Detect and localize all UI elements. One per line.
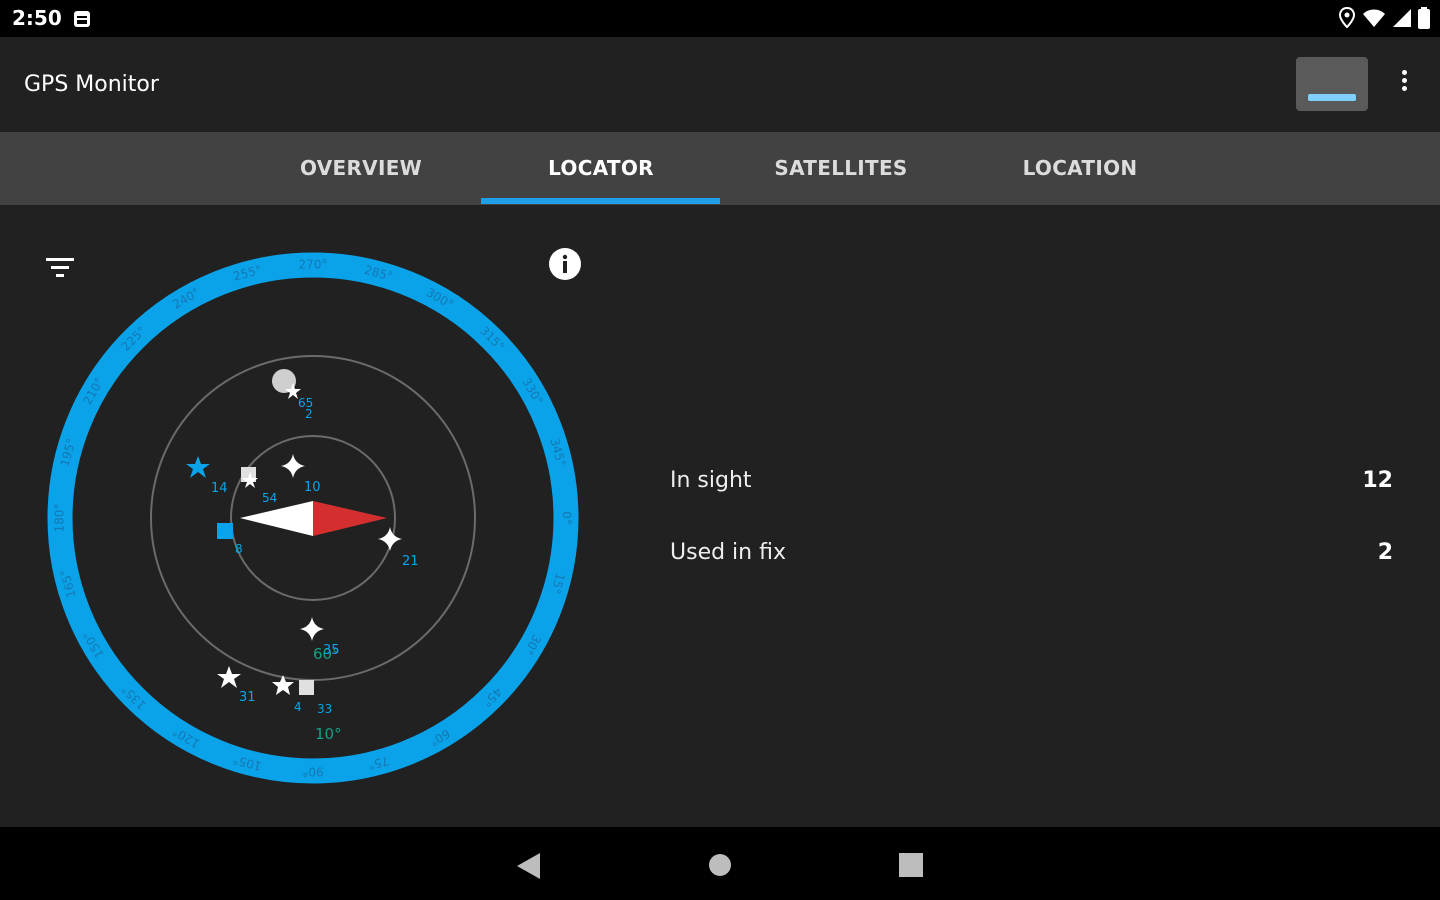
svg-text:4: 4 (294, 700, 302, 714)
tab-location[interactable]: LOCATION (960, 132, 1200, 205)
degree-label: 0° (560, 511, 574, 525)
in-sight-label: In sight (670, 468, 752, 493)
svg-text:21: 21 (402, 554, 419, 569)
satellite-21[interactable]: 21 (378, 527, 419, 569)
satellite-54[interactable]: 54 (241, 467, 277, 505)
svg-text:54: 54 (262, 491, 277, 505)
satellite-8[interactable]: 8 (217, 523, 243, 556)
elevation-label-10: 10° (315, 725, 342, 743)
wifi-icon (1363, 9, 1385, 27)
status-icons (1338, 7, 1430, 29)
tab-indicator (481, 198, 720, 204)
in-sight-value: 12 (1362, 468, 1393, 493)
svg-text:14: 14 (211, 481, 228, 496)
used-in-fix-value: 2 (1377, 540, 1393, 565)
battery-icon (1418, 7, 1430, 29)
ad-thumbnail-bar (1308, 94, 1356, 101)
degree-label: 90° (302, 765, 323, 779)
compass-needle-white (240, 501, 313, 536)
location-icon (1338, 7, 1356, 29)
tab-overview[interactable]: OVERVIEW (241, 132, 481, 205)
tab-locator[interactable]: LOCATOR (481, 132, 721, 205)
tab-satellites[interactable]: SATELLITES (721, 132, 961, 205)
satellite-65[interactable]: 65 2 (272, 369, 313, 421)
overflow-menu-icon[interactable] (1392, 67, 1416, 101)
sky-radar: 270° 285° 300° 315° 330° 345° 0° 15° 30° 45° 60° 75… (45, 250, 581, 786)
degree-label: 180° (53, 504, 67, 533)
home-icon[interactable] (707, 852, 733, 878)
satellite-4[interactable]: 4 (272, 675, 302, 714)
svg-text:33: 33 (317, 702, 332, 716)
compass-needle-red (313, 501, 387, 536)
svg-text:8: 8 (235, 542, 243, 556)
used-in-fix-label: Used in fix (670, 540, 786, 565)
signal-icon (1393, 9, 1411, 27)
locator-content: 270° 285° 300° 315° 330° 345° 0° 15° 30° 45° 60° 75… (0, 205, 1440, 827)
navigation-bar (0, 827, 1440, 900)
satellite-10[interactable]: 10 (281, 454, 321, 495)
satellite-33[interactable]: 33 (299, 680, 332, 716)
satellite-31[interactable]: 31 (217, 666, 256, 705)
tab-bar: OVERVIEW LOCATOR SATELLITES LOCATION (0, 132, 1440, 205)
recents-icon[interactable] (899, 853, 923, 877)
svg-text:31: 31 (239, 690, 256, 705)
app-title: GPS Monitor (24, 72, 159, 97)
degree-label: 270° (299, 258, 328, 272)
svg-text:35: 35 (323, 643, 340, 658)
svg-text:10: 10 (304, 480, 321, 495)
app-bar: GPS Monitor (0, 37, 1440, 132)
satellite-14[interactable]: 14 (186, 456, 228, 496)
svg-text:2: 2 (305, 407, 313, 421)
notification-icon (74, 11, 90, 27)
back-icon[interactable] (514, 852, 542, 880)
status-time: 2:50 (12, 6, 62, 30)
ad-thumbnail-button[interactable] (1296, 57, 1368, 111)
status-bar: 2:50 (0, 0, 1440, 37)
